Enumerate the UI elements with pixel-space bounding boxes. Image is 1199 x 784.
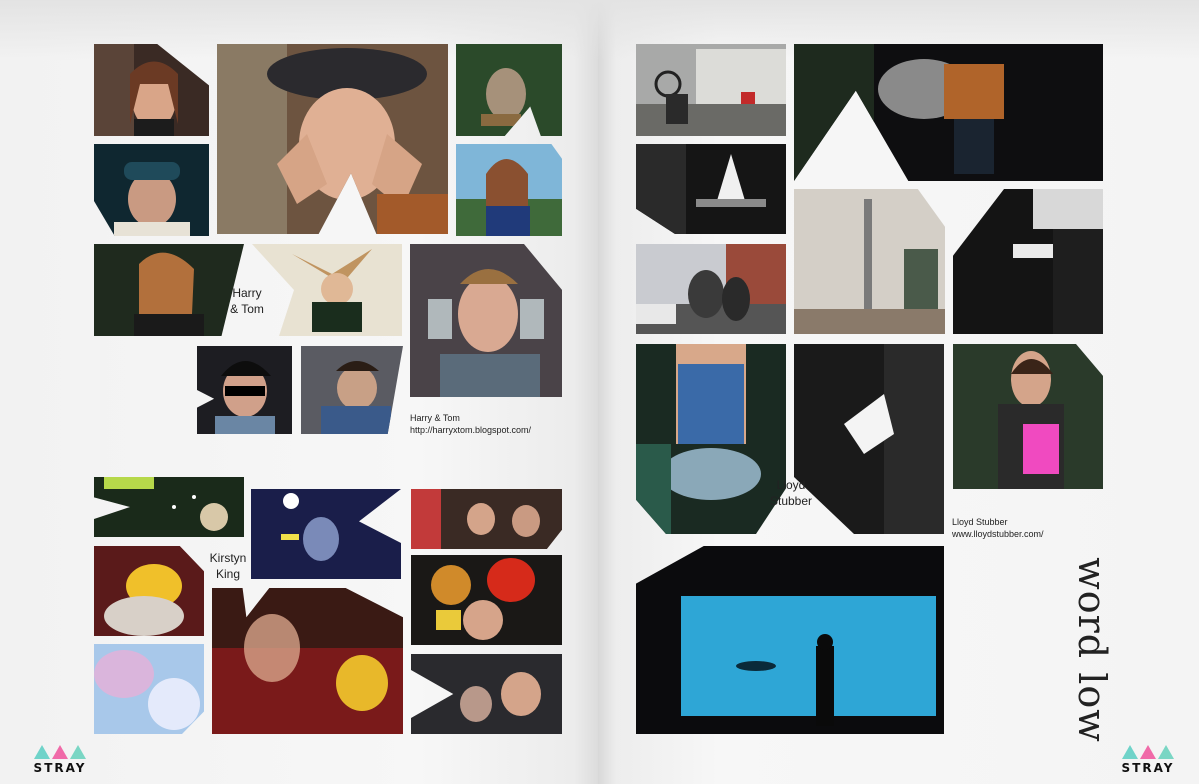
photo-party-crowd [411, 489, 562, 549]
photo-couple-sofa [212, 588, 403, 734]
photo-building-ladder [794, 189, 945, 334]
logo-triangle-icon [34, 745, 50, 759]
photo-cat [456, 44, 562, 136]
caption-harry-tom: Harry & Tom [230, 286, 264, 316]
photo-group-street [636, 244, 786, 334]
logo-triangle-icon [1140, 745, 1156, 759]
credit-name: Lloyd Stubber [952, 517, 1008, 527]
photo-girl-hair-up [252, 244, 402, 336]
photo-cctv-camera [953, 189, 1103, 334]
logo-triangles [1118, 745, 1178, 759]
credit-harry-tom: Harry & Tom http://harryxtom.blogspot.co… [410, 412, 531, 436]
credit-lloyd-stubber: Lloyd Stubber www.lloydstubber.com/ [952, 516, 1044, 540]
credit-url[interactable]: www.lloydstubber.com/ [952, 528, 1044, 540]
logo-triangles [30, 745, 90, 759]
photo-dancer-blur [94, 644, 204, 734]
photo-aquarium-silhouette [636, 546, 944, 734]
photo-girl-park [456, 144, 562, 236]
photo-club-lights [94, 477, 244, 537]
photo-man-glasses [410, 244, 562, 397]
photo-man-sunglasses [197, 346, 292, 434]
credit-name: Harry & Tom [410, 413, 460, 423]
photo-man-beard [953, 344, 1103, 489]
left-page: Harry & Tom Harry & Tom http://harryxtom… [0, 0, 598, 784]
photo-man-umbrella [794, 44, 1103, 181]
caption-kirstyn-king: Kirstyn King [209, 551, 247, 581]
photo-teddy-bears [411, 555, 562, 645]
logo-triangle-icon [70, 745, 86, 759]
logo-word: STRAY [1121, 761, 1175, 775]
photo-man-reading [301, 346, 403, 434]
logo-word: STRAY [33, 761, 87, 775]
photo-woman-yellow [94, 546, 204, 636]
stray-logo-left: STRAY [30, 745, 90, 779]
photo-man-snapback [94, 144, 209, 236]
photo-singer-mic [251, 489, 401, 579]
photo-girl-cat-ears [94, 44, 209, 136]
stray-logo-right: STRAY [1118, 745, 1178, 779]
photo-van-street [636, 44, 786, 136]
photo-bird-flight [794, 344, 944, 534]
vertical-title-text: word low [1070, 557, 1114, 743]
logo-triangle-icon [1122, 745, 1138, 759]
logo-triangle-icon [52, 745, 68, 759]
photo-hat-hands [217, 44, 448, 234]
vertical-title: word low [1062, 555, 1122, 745]
photo-sink-splash [636, 144, 786, 234]
photo-feet-bucket [636, 344, 786, 534]
caption-lloyd-stubber: Lloyd Stubber [769, 478, 813, 508]
logo-triangle-icon [1158, 745, 1174, 759]
credit-url[interactable]: http://harryxtom.blogspot.com/ [410, 424, 531, 436]
photo-club-dancers [411, 654, 562, 734]
